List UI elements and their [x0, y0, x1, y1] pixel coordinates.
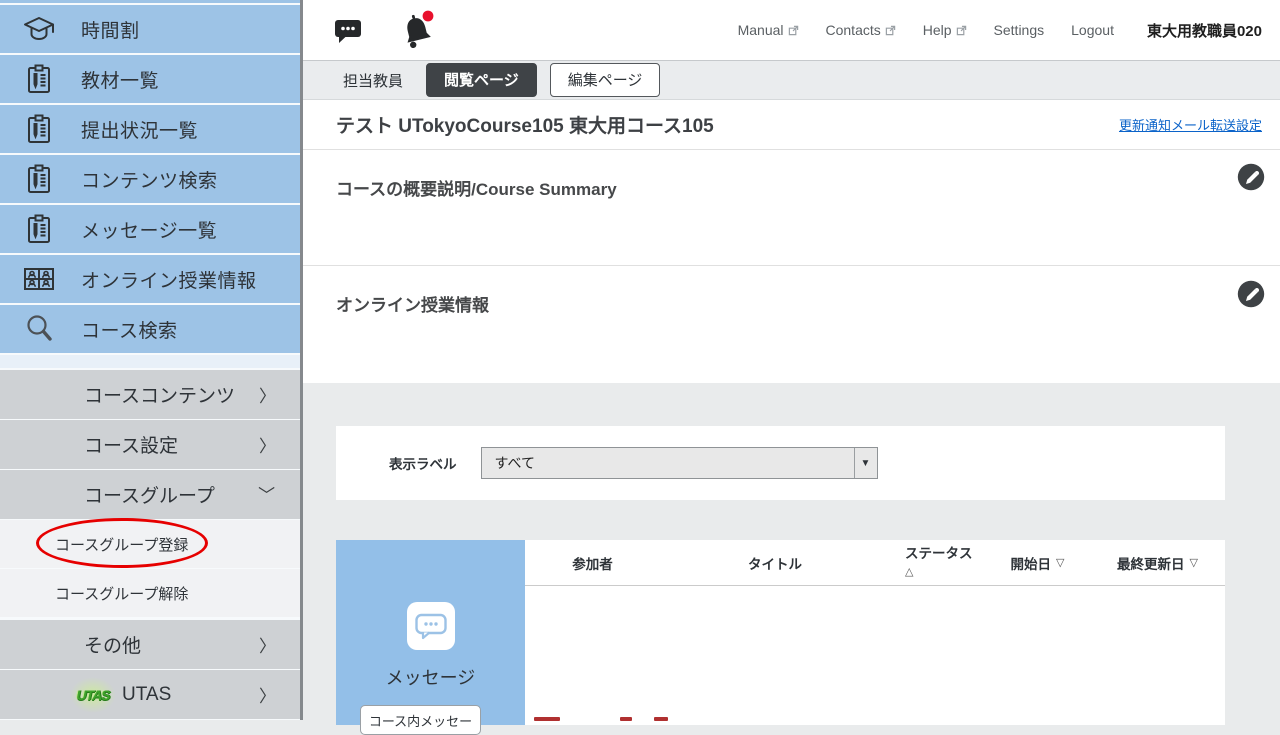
topbar-links: Manual Contacts Help Settings	[738, 20, 1262, 41]
sidebar-item-messages[interactable]: メッセージ一覧	[0, 205, 300, 253]
sidebar-item-label: オンライン授業情報	[81, 266, 257, 293]
sidebar-item-materials[interactable]: 教材一覧	[0, 55, 300, 103]
course-content-block: テスト UTokyoCourse105 東大用コース105 更新通知メール転送設…	[303, 100, 1280, 383]
username-label: 東大用教職員020	[1147, 20, 1262, 41]
sidebar-item-label: コースグループ解除	[55, 583, 188, 604]
sidebar-item-label: コンテンツ検索	[81, 166, 218, 193]
clipped-red-text	[620, 717, 632, 721]
message-bubble-icon[interactable]	[333, 15, 363, 45]
sidebar-item-content-search[interactable]: コンテンツ検索	[0, 155, 300, 203]
external-link-icon	[885, 25, 896, 36]
sort-desc-icon: ▽	[1190, 556, 1198, 569]
column-participants: 参加者	[525, 553, 660, 573]
chat-bubble-icon	[407, 602, 455, 650]
sidebar-item-label: 時間割	[81, 16, 140, 43]
sidebar-item-label: 提出状況一覧	[81, 116, 198, 143]
sidebar-item-course-group[interactable]: コースグループ 〉	[0, 470, 300, 519]
message-table-panel: メッセージ コース内メッセー 参加者 タイトル ステータス △ 開始日 ▽ 最終…	[336, 540, 1225, 725]
sidebar-item-label: コースグループ	[84, 481, 215, 508]
help-link[interactable]: Help	[923, 22, 967, 38]
course-title: テスト UTokyoCourse105 東大用コース105	[336, 111, 714, 138]
sidebar-divider	[0, 355, 300, 368]
tab-strip: 担当教員 閲覧ページ 編集ページ	[303, 60, 1280, 100]
external-link-icon	[956, 25, 967, 36]
message-card-label: メッセージ	[386, 664, 476, 690]
tab-edit-page[interactable]: 編集ページ	[550, 63, 661, 97]
contacts-link[interactable]: Contacts	[826, 22, 896, 38]
section-title: コースの概要説明/Course Summary	[336, 180, 617, 199]
logout-link[interactable]: Logout	[1071, 22, 1114, 38]
sidebar-item-label: コース検索	[81, 316, 178, 343]
sidebar-item-label: コースグループ登録	[55, 534, 188, 555]
select-value: すべて	[482, 453, 535, 473]
tab-view-page[interactable]: 閲覧ページ	[426, 63, 537, 97]
topbar: Manual Contacts Help Settings	[303, 0, 1280, 60]
clipped-red-text	[534, 717, 560, 721]
external-link-icon	[788, 25, 799, 36]
sidebar-item-course-search[interactable]: コース検索	[0, 305, 300, 353]
course-title-row: テスト UTokyoCourse105 東大用コース105 更新通知メール転送設…	[303, 100, 1280, 150]
chevron-right-icon: 〉	[259, 632, 276, 657]
column-start-date-sort[interactable]: 開始日 ▽	[985, 553, 1090, 573]
sidebar-clipped-item	[0, 0, 300, 3]
message-tooltip: コース内メッセー	[360, 705, 481, 735]
online-class-section: オンライン授業情報	[303, 266, 1280, 383]
edit-pencil-button[interactable]	[1237, 163, 1265, 191]
course-summary-section: コースの概要説明/Course Summary	[303, 150, 1280, 266]
notification-dot	[423, 11, 434, 22]
chevron-down-icon: 〉	[255, 486, 280, 503]
clipped-red-text	[654, 717, 668, 721]
settings-link[interactable]: Settings	[994, 22, 1045, 38]
dropdown-arrow-icon: ▼	[854, 448, 877, 478]
message-table-header: 参加者 タイトル ステータス △ 開始日 ▽ 最終更新日 ▽	[525, 540, 1225, 586]
sidebar-item-label: その他	[84, 631, 141, 658]
sidebar-item-label: メッセージ一覧	[81, 216, 217, 243]
edit-pencil-button[interactable]	[1237, 280, 1265, 308]
sidebar: 時間割 教材一覧 提出状況一覧	[0, 0, 300, 720]
clipboard-icon	[22, 63, 56, 95]
main-area: Manual Contacts Help Settings	[303, 0, 1280, 720]
sidebar-item-label: コースコンテンツ	[84, 381, 235, 408]
sidebar-item-submissions[interactable]: 提出状況一覧	[0, 105, 300, 153]
sidebar-item-label: UTAS	[122, 684, 171, 706]
clipboard-icon	[22, 113, 56, 145]
sidebar-item-course-group-remove[interactable]: コースグループ解除	[0, 569, 300, 617]
column-title: タイトル	[660, 553, 890, 573]
search-icon	[22, 312, 56, 346]
graduation-cap-icon	[22, 13, 56, 45]
video-meeting-icon	[22, 263, 56, 295]
clipboard-icon	[22, 213, 56, 245]
update-notification-settings-link[interactable]: 更新通知メール転送設定	[1119, 115, 1262, 134]
role-label: 担当教員	[343, 70, 403, 91]
notification-bell-icon[interactable]	[397, 9, 437, 51]
chevron-right-icon: 〉	[259, 432, 276, 457]
sidebar-item-timetable[interactable]: 時間割	[0, 5, 300, 53]
display-label-filter-panel: 表示ラベル すべて ▼	[336, 426, 1225, 500]
sidebar-item-label: 教材一覧	[81, 66, 159, 93]
section-title: オンライン授業情報	[336, 296, 489, 315]
column-status-sort[interactable]: ステータス △	[890, 546, 985, 578]
sidebar-item-utas[interactable]: UTAS UTAS 〉	[0, 670, 300, 719]
message-card[interactable]: メッセージ コース内メッセー	[336, 540, 525, 725]
sort-asc-icon: △	[905, 566, 913, 578]
display-label-label: 表示ラベル	[389, 453, 457, 473]
sidebar-item-others[interactable]: その他 〉	[0, 620, 300, 669]
chevron-right-icon: 〉	[259, 682, 276, 707]
column-last-updated-sort[interactable]: 最終更新日 ▽	[1090, 553, 1225, 573]
sidebar-item-course-contents[interactable]: コースコンテンツ 〉	[0, 370, 300, 419]
clipboard-icon	[22, 163, 56, 195]
utas-logo-icon: UTAS	[74, 681, 112, 709]
sidebar-item-course-settings[interactable]: コース設定 〉	[0, 420, 300, 469]
chevron-right-icon: 〉	[259, 382, 276, 407]
display-label-select[interactable]: すべて ▼	[481, 447, 878, 479]
sort-desc-icon: ▽	[1056, 556, 1064, 569]
sidebar-item-course-group-register[interactable]: コースグループ登録	[0, 520, 300, 568]
manual-link[interactable]: Manual	[738, 22, 799, 38]
sidebar-item-online-class[interactable]: オンライン授業情報	[0, 255, 300, 303]
sidebar-item-label: コース設定	[84, 431, 178, 458]
